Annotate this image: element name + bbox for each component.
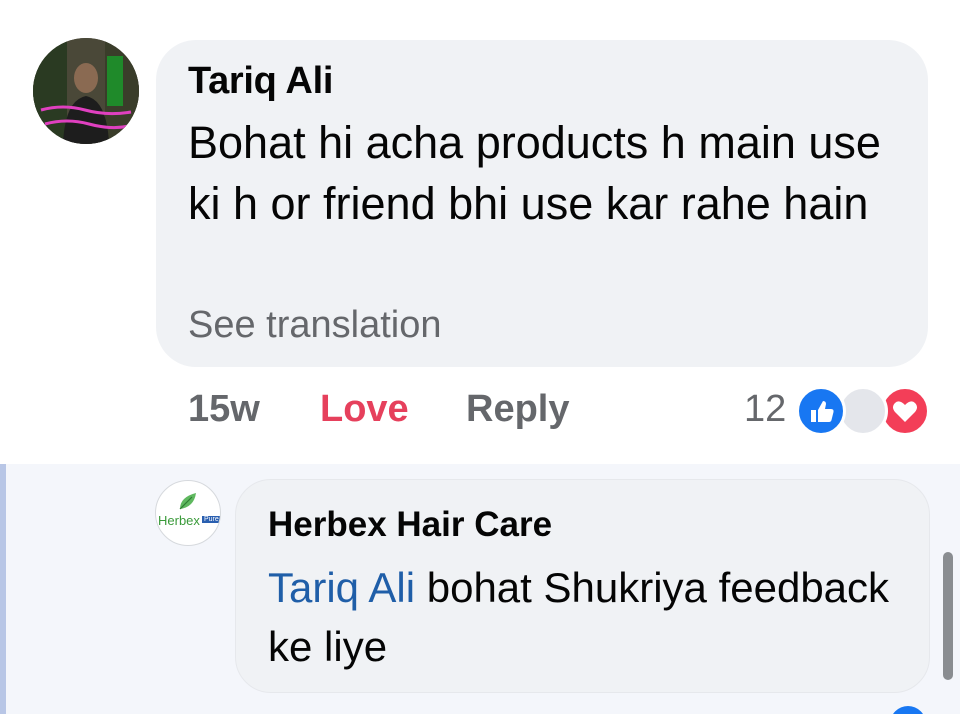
scrollbar[interactable]	[943, 552, 953, 680]
logo-badge: Pure	[202, 516, 220, 523]
reaction-count[interactable]: 12	[744, 388, 786, 431]
reply-author-name[interactable]: Herbex Hair Care	[268, 505, 552, 545]
reply-text: Tariq Ali bohat Shukriya feedback ke liy…	[268, 558, 908, 676]
logo-text: Herbex	[158, 513, 200, 528]
commenter-avatar[interactable]	[33, 38, 139, 144]
thread-indicator	[0, 464, 6, 714]
like-icon[interactable]	[796, 386, 846, 436]
see-translation-link[interactable]: See translation	[188, 304, 442, 347]
comment-author-name[interactable]: Tariq Ali	[188, 60, 333, 103]
leaf-icon	[179, 493, 196, 510]
comment-text: Bohat hi acha products h main use ki h o…	[188, 117, 881, 229]
mention-link[interactable]: Tariq Ali	[268, 564, 415, 611]
page-avatar[interactable]: Herbex Pure	[155, 480, 221, 546]
reply-button[interactable]: Reply	[466, 388, 569, 431]
love-reaction-button[interactable]: Love	[320, 388, 409, 431]
comment-timestamp[interactable]: 15w	[188, 388, 260, 431]
facebook-comment-thread: Tariq Ali Bohat hi acha products h main …	[0, 0, 960, 714]
